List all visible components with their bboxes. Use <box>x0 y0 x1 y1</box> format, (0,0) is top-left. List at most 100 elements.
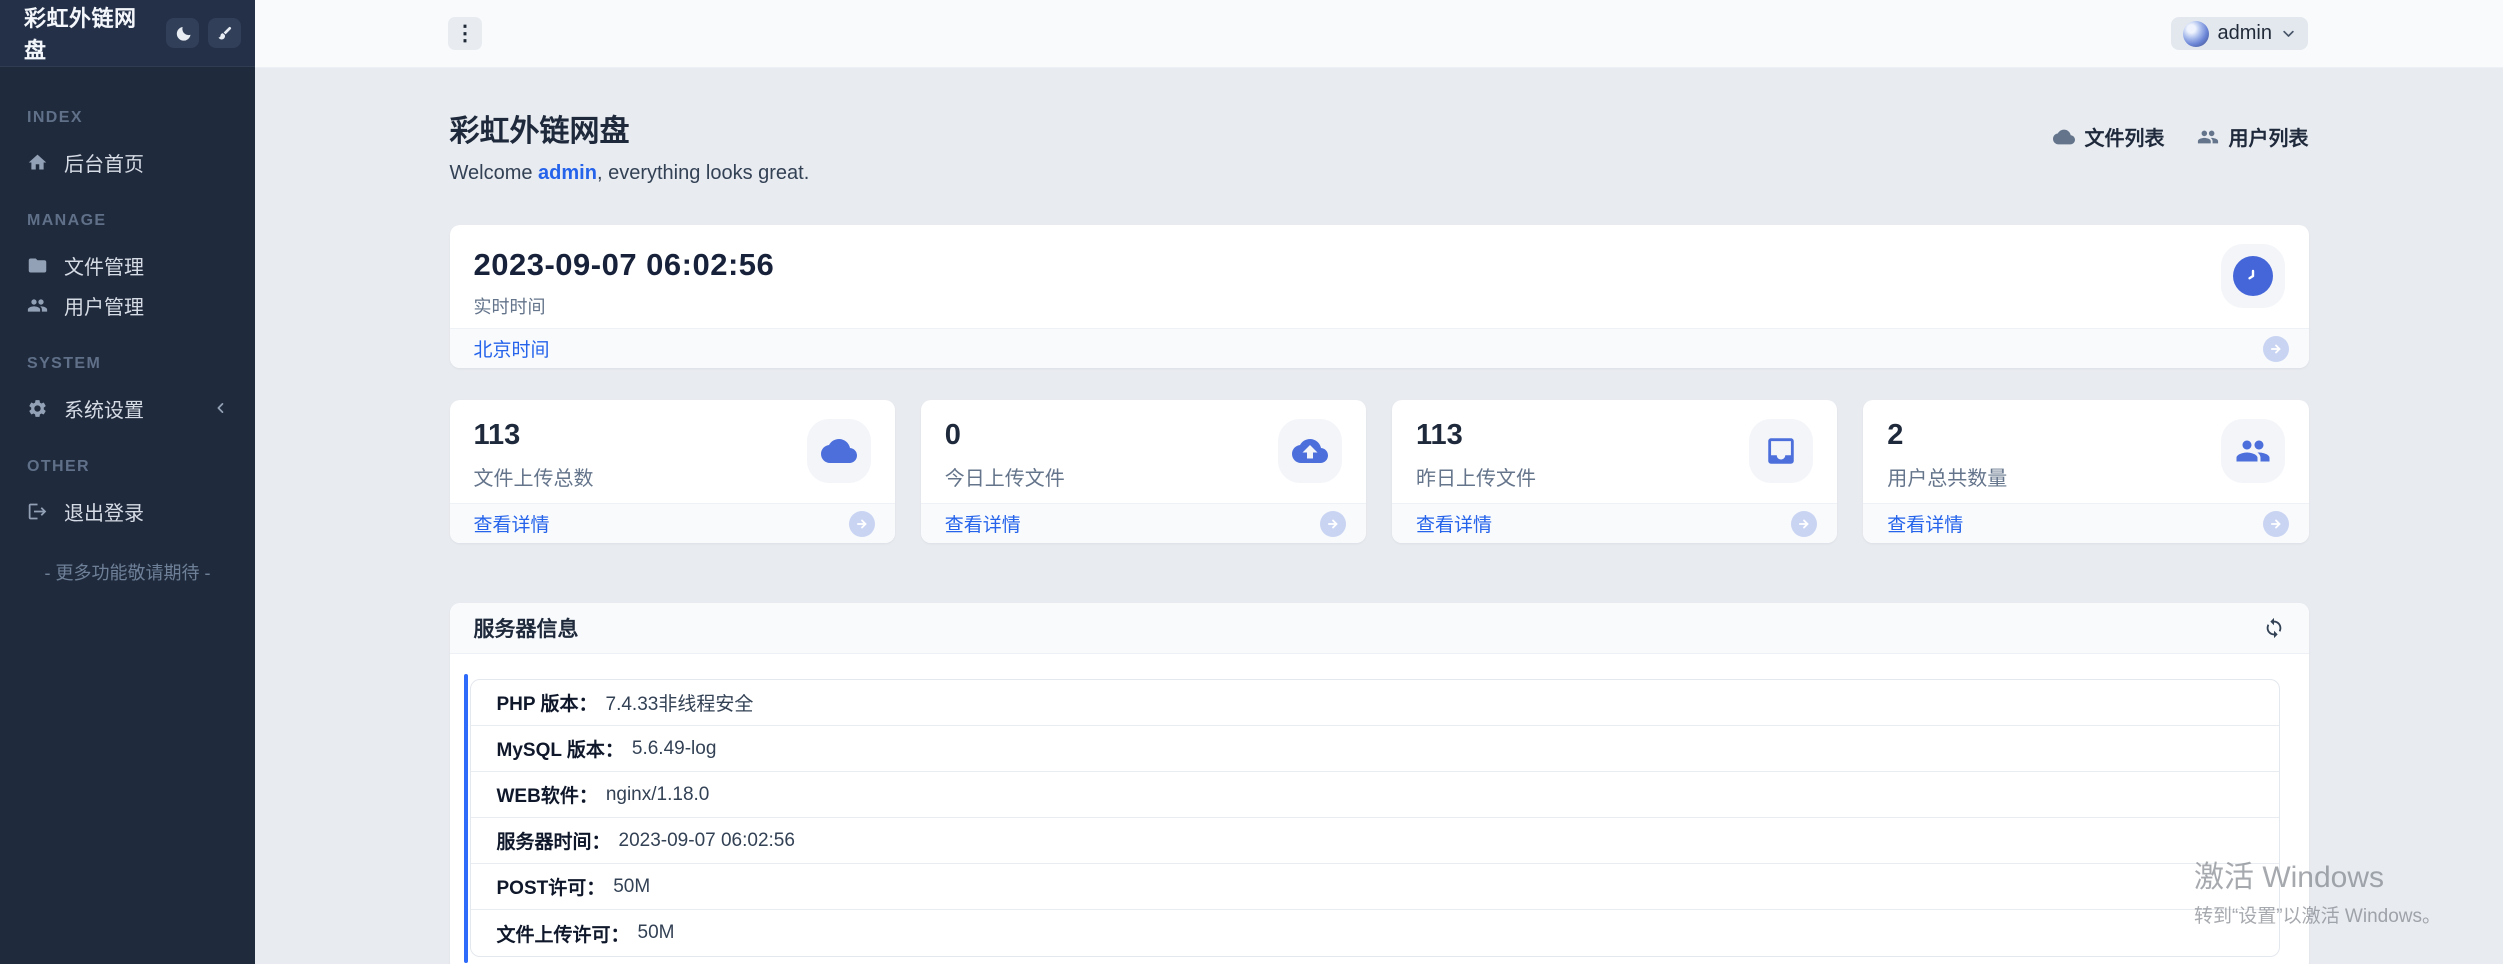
server-info-body: PHP 版本： 7.4.33非线程安全 MySQL 版本： 5.6.49-log… <box>450 654 2309 964</box>
beijing-time-link: 北京时间 <box>474 335 550 362</box>
user-name: admin <box>2218 22 2272 45</box>
arrow-right-icon <box>849 511 875 537</box>
view-details-link: 查看详情 <box>945 510 1021 537</box>
page-content: 彩虹外链网盘 Welcome admin, everything looks g… <box>450 68 2309 964</box>
page-head-links: 文件列表 用户列表 <box>2053 122 2309 151</box>
arrow-right-icon <box>1791 511 1817 537</box>
time-icon-box <box>2221 244 2285 308</box>
stat-body: 0 今日上传文件 <box>921 400 1366 503</box>
sidebar-item-files[interactable]: 文件管理 <box>0 245 255 285</box>
cloud-upload-icon <box>1292 433 1328 469</box>
time-card: 2023-09-07 06:02:56 实时时间 北京时间 <box>450 225 2309 368</box>
sidebar-nav: INDEX 后台首页 MANAGE 文件管理 用户管理 <box>0 67 255 531</box>
main-area: ⋮ admin 彩虹外链网盘 Welcome admin, everything… <box>255 0 2503 964</box>
row-label: 文件上传许可： <box>497 920 630 947</box>
time-card-footer[interactable]: 北京时间 <box>450 328 2309 368</box>
sidebar-item-label: 后台首页 <box>64 148 144 177</box>
section-label-manage: MANAGE <box>0 212 255 230</box>
server-info-row-web: WEB软件： nginx/1.18.0 <box>471 772 2279 818</box>
clock-icon <box>2233 256 2273 296</box>
server-info-list: PHP 版本： 7.4.33非线程安全 MySQL 版本： 5.6.49-log… <box>470 679 2280 957</box>
row-value: 5.6.49-log <box>632 738 717 760</box>
view-details-link: 查看详情 <box>1887 510 1963 537</box>
sidebar-item-users[interactable]: 用户管理 <box>0 285 255 325</box>
server-info-row-post: POST许可： 50M <box>471 864 2279 910</box>
users-icon <box>2197 126 2219 148</box>
server-info-row-upload: 文件上传许可： 50M <box>471 910 2279 956</box>
brand-title: 彩虹外链网盘 <box>24 1 157 65</box>
sidebar-item-logout[interactable]: 退出登录 <box>0 491 255 531</box>
stat-icon-box <box>2221 419 2285 483</box>
stat-body: 113 昨日上传文件 <box>1392 400 1837 503</box>
sidebar-item-dashboard[interactable]: 后台首页 <box>0 142 255 182</box>
row-label: PHP 版本： <box>497 689 598 716</box>
welcome-username: admin <box>538 162 597 184</box>
user-list-link[interactable]: 用户列表 <box>2197 122 2309 151</box>
sidebar-item-label: 文件管理 <box>64 251 144 280</box>
stat-card-footer[interactable]: 查看详情 <box>450 503 895 543</box>
sidebar-item-label: 系统设置 <box>64 394 144 423</box>
theme-brush-button[interactable] <box>208 18 241 48</box>
file-list-label: 文件列表 <box>2085 122 2165 151</box>
row-label: POST许可： <box>497 873 606 900</box>
page-title: 彩虹外链网盘 <box>450 106 810 150</box>
stat-icon-box <box>1749 419 1813 483</box>
kebab-menu-icon: ⋮ <box>455 23 476 44</box>
gear-icon <box>27 398 48 419</box>
watermark-line1: 激活 Windows <box>2194 852 2441 896</box>
chevron-left-icon <box>214 401 228 415</box>
server-info-list-wrap: PHP 版本： 7.4.33非线程安全 MySQL 版本： 5.6.49-log… <box>470 679 2280 957</box>
sidebar-item-settings[interactable]: 系统设置 <box>0 388 255 428</box>
topbar-menu-button[interactable]: ⋮ <box>448 17 482 50</box>
stat-card-today-uploads: 0 今日上传文件 查看详情 <box>921 400 1366 543</box>
row-value: 7.4.33非线程安全 <box>606 689 754 716</box>
inbox-icon <box>1764 434 1798 468</box>
page-head-left: 彩虹外链网盘 Welcome admin, everything looks g… <box>450 106 810 185</box>
server-info-row-time: 服务器时间： 2023-09-07 06:02:56 <box>471 818 2279 864</box>
section-label-other: OTHER <box>0 458 255 476</box>
user-menu-button[interactable]: admin <box>2171 17 2308 50</box>
section-label-system: SYSTEM <box>0 355 255 373</box>
stats-row: 113 文件上传总数 查看详情 0 <box>450 400 2309 543</box>
logout-icon <box>27 501 48 522</box>
row-value: 50M <box>613 876 650 898</box>
stat-card-total-uploads: 113 文件上传总数 查看详情 <box>450 400 895 543</box>
cloud-icon <box>821 433 857 469</box>
sidebar-item-label: 退出登录 <box>64 497 144 526</box>
stat-icon-box <box>1278 419 1342 483</box>
stat-body: 113 文件上传总数 <box>450 400 895 503</box>
refresh-button[interactable] <box>2263 617 2285 639</box>
stat-card-footer[interactable]: 查看详情 <box>1392 503 1837 543</box>
arrow-right-icon <box>2263 336 2289 362</box>
cloud-icon <box>2053 126 2075 148</box>
brush-icon <box>216 25 233 42</box>
server-info-row-php: PHP 版本： 7.4.33非线程安全 <box>471 680 2279 726</box>
users-icon <box>27 295 48 316</box>
sidebar: 彩虹外链网盘 INDEX 后台首页 MANAGE <box>0 0 255 964</box>
stat-card-total-users: 2 用户总共数量 查看详情 <box>1863 400 2308 543</box>
arrow-right-icon <box>2263 511 2289 537</box>
server-info-title: 服务器信息 <box>474 613 579 643</box>
file-list-link[interactable]: 文件列表 <box>2053 122 2165 151</box>
time-label: 实时时间 <box>474 293 2285 319</box>
windows-activation-watermark: 激活 Windows 转到“设置”以激活 Windows。 <box>2194 852 2441 928</box>
current-time: 2023-09-07 06:02:56 <box>474 247 2285 283</box>
users-icon <box>2235 433 2271 469</box>
welcome-suffix: , everything looks great. <box>597 162 809 184</box>
refresh-icon <box>2263 617 2285 639</box>
stat-icon-box <box>807 419 871 483</box>
page-head: 彩虹外链网盘 Welcome admin, everything looks g… <box>450 106 2309 185</box>
row-label: MySQL 版本： <box>497 735 624 762</box>
sidebar-header: 彩虹外链网盘 <box>0 0 255 67</box>
folder-icon <box>27 255 48 276</box>
sidebar-item-label: 用户管理 <box>64 291 144 320</box>
welcome-prefix: Welcome <box>450 162 539 184</box>
stat-card-footer[interactable]: 查看详情 <box>921 503 1366 543</box>
section-label-index: INDEX <box>0 109 255 127</box>
dark-mode-button[interactable] <box>166 18 199 48</box>
arrow-right-icon <box>1320 511 1346 537</box>
stat-card-footer[interactable]: 查看详情 <box>1863 503 2308 543</box>
row-value: 2023-09-07 06:02:56 <box>619 830 795 852</box>
welcome-text: Welcome admin, everything looks great. <box>450 162 810 185</box>
row-label: WEB软件： <box>497 781 598 808</box>
